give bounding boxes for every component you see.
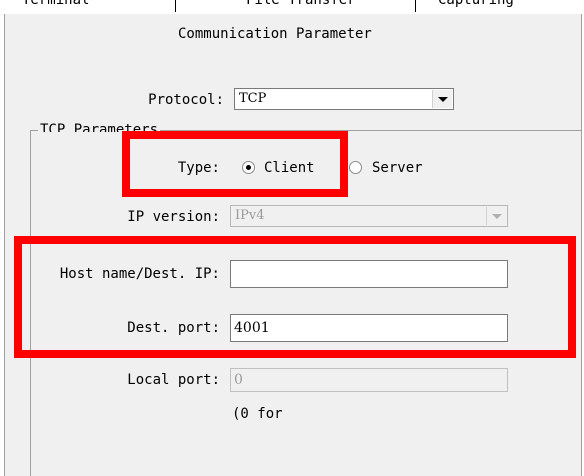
- highlight-box-destination: [14, 236, 576, 358]
- tab-terminal[interactable]: Terminal: [22, 0, 89, 9]
- tab-strip: Terminal File Transfer Capturing: [0, 0, 584, 14]
- highlight-box-type: [122, 131, 348, 197]
- ip-version-value: IPv4: [235, 208, 265, 223]
- tab-separator: [415, 0, 416, 12]
- chevron-down-icon: [486, 207, 506, 225]
- tab-capturing[interactable]: Capturing: [438, 0, 514, 9]
- local-port-label: Local port:: [127, 372, 220, 388]
- server-radio[interactable]: [349, 161, 362, 174]
- protocol-select[interactable]: TCP: [234, 88, 454, 110]
- protocol-value: TCP: [239, 91, 267, 106]
- section-title: Communication Parameter: [178, 26, 372, 42]
- protocol-label: Protocol:: [148, 92, 224, 108]
- local-port-hint: (0 for: [232, 406, 283, 422]
- server-radio-label[interactable]: Server: [372, 158, 423, 178]
- ip-version-label: IP version:: [127, 209, 220, 225]
- tab-separator: [175, 0, 176, 12]
- tab-file-transfer[interactable]: File Transfer: [246, 0, 356, 9]
- chevron-down-icon[interactable]: [432, 90, 452, 108]
- local-port-input: [230, 368, 508, 392]
- ip-version-select: IPv4: [230, 205, 508, 227]
